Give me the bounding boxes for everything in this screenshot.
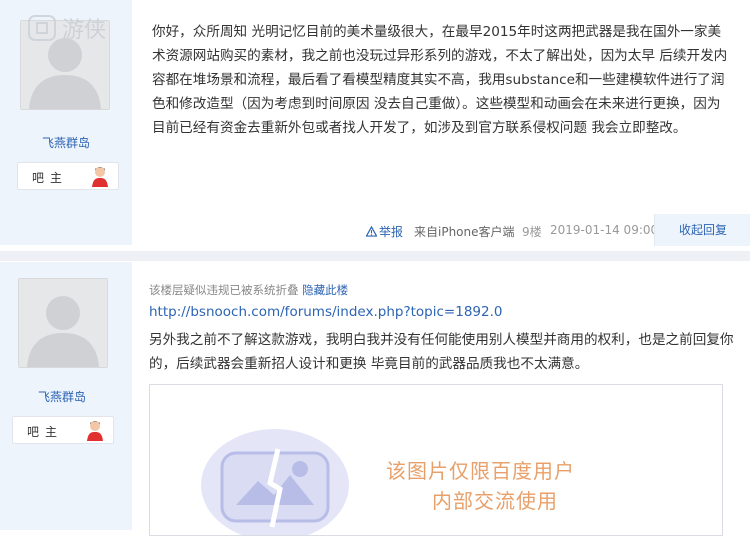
- baidu-image-placeholder-icon: [201, 429, 349, 535]
- post-time: 2019-01-14 09:00: [550, 223, 659, 237]
- role-badge: 吧主: [17, 162, 119, 190]
- report-link[interactable]: 举报: [365, 223, 404, 240]
- post-footer: 举报 来自iPhone客户端 9楼 2019-01-14 09:00 收起回复: [132, 214, 750, 246]
- image-watermark-line2: 内部交流使用: [432, 489, 558, 513]
- author-sidebar: 飞燕群岛 吧主: [0, 262, 132, 530]
- forum-url-link[interactable]: http://bsnooch.com/forums/index.php?topi…: [149, 304, 502, 320]
- post-divider: [0, 251, 750, 261]
- default-avatar-icon: [19, 279, 107, 367]
- post-content: 另外我之前不了解这款游戏，我明白我并没有任何能使用别人模型并商用的权利，也是之前…: [149, 332, 734, 372]
- warning-icon: [365, 225, 378, 237]
- post-content: 你好，众所周知 光明记忆目前的美术量级很大，在最早2015年时这两把武器是我在国…: [152, 24, 728, 136]
- moderator-avatar-icon: [87, 421, 103, 441]
- floor-number: 9楼: [522, 225, 542, 239]
- collapse-replies-button[interactable]: 收起回复: [654, 214, 750, 246]
- post-folded: 飞燕群岛 吧主 该楼层疑似违规已被系统折叠 隐藏此楼 http://bsnooc…: [0, 262, 750, 536]
- role-label: 吧主: [32, 171, 69, 185]
- folded-notice: 该楼层疑似违规已被系统折叠 隐藏此楼: [149, 282, 348, 298]
- watermark-text: 游侠: [62, 18, 106, 43]
- restricted-image[interactable]: 该图片仅限百度用户 内部交流使用: [149, 384, 723, 536]
- site-watermark-logo: 游侠: [28, 15, 106, 43]
- post-floor-9: 飞燕群岛 吧主 游侠 你好，众所周知 光明记忆目前的美术量级很大，在最早2015…: [0, 0, 750, 250]
- username[interactable]: 飞燕群岛: [0, 388, 128, 405]
- moderator-avatar-icon: [92, 167, 108, 187]
- report-label: 举报: [379, 225, 404, 239]
- hide-floor-link[interactable]: 隐藏此楼: [302, 283, 348, 297]
- avatar[interactable]: [18, 278, 108, 368]
- client-source[interactable]: 来自iPhone客户端: [414, 223, 515, 240]
- folded-notice-text: 该楼层疑似违规已被系统折叠: [149, 283, 299, 297]
- role-badge: 吧主: [12, 416, 114, 444]
- role-label: 吧主: [27, 425, 64, 439]
- username[interactable]: 飞燕群岛: [0, 134, 132, 151]
- image-watermark-line1: 该图片仅限百度用户: [386, 459, 575, 483]
